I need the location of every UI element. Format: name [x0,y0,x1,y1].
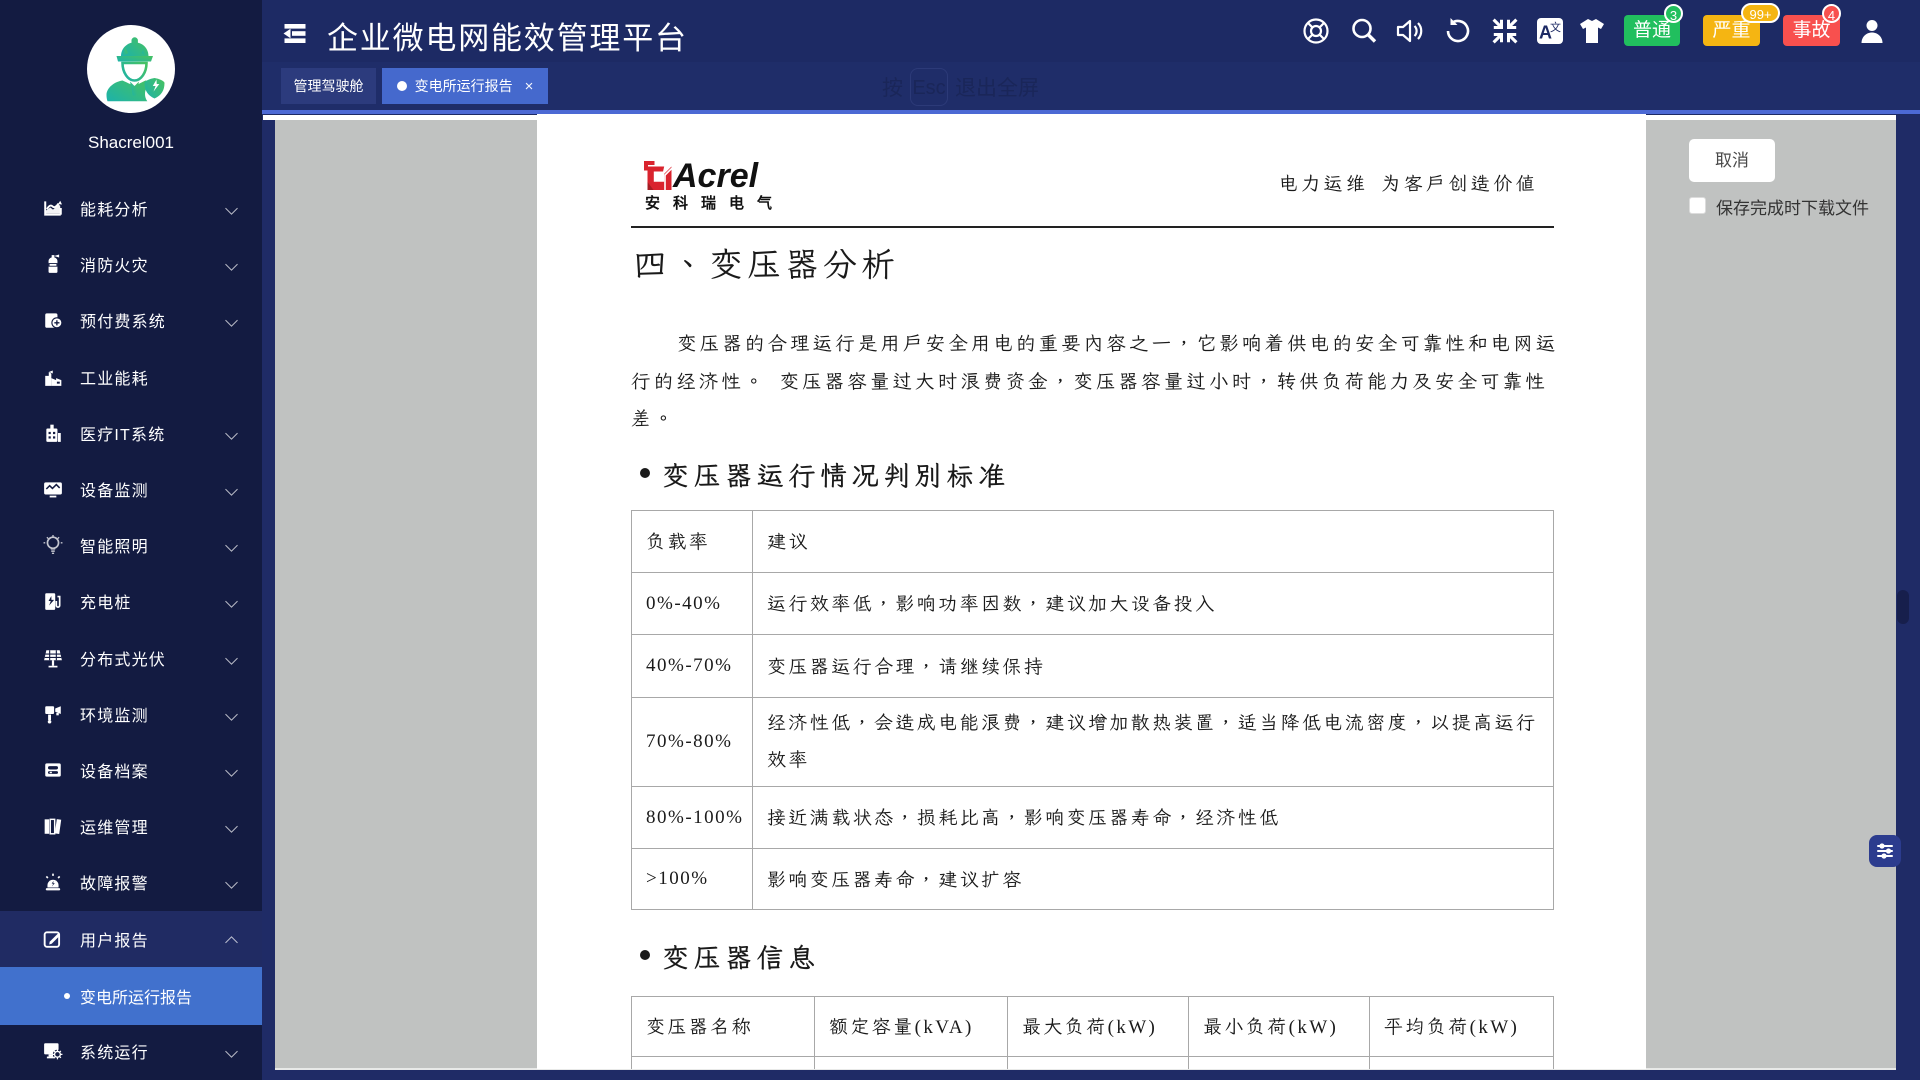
svg-text:文: 文 [1550,20,1561,34]
